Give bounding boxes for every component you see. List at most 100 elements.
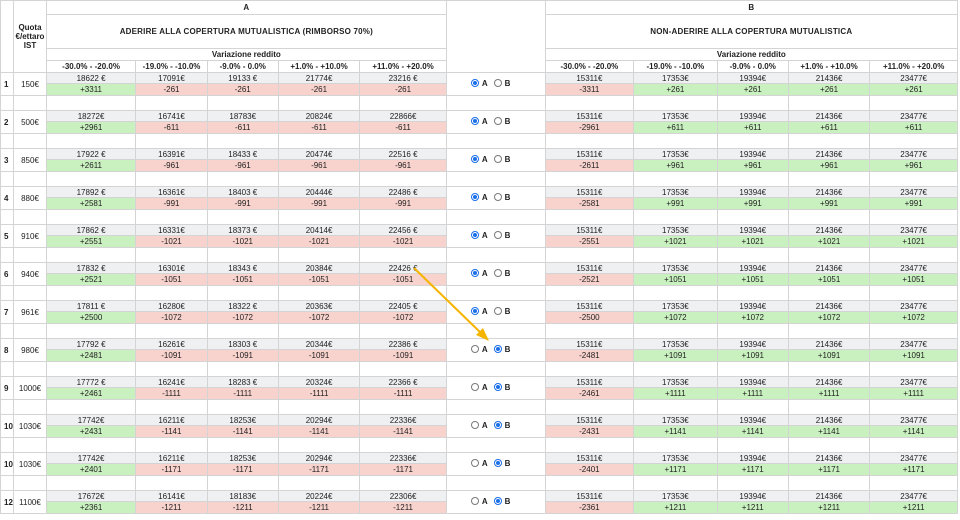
option-b-radio[interactable]: B — [493, 155, 510, 164]
radio-button-icon[interactable] — [493, 269, 502, 278]
a-delta-cell: -1072 — [135, 311, 208, 324]
a-delta-cell: -1021 — [206, 235, 279, 248]
option-a-radio[interactable]: A — [470, 193, 488, 202]
a-delta-cell: +2481 — [45, 349, 137, 362]
a-income-cell: 22866€ — [359, 110, 447, 122]
option-b-radio[interactable]: B — [493, 269, 510, 278]
a-income-cell: 17672€ — [45, 490, 137, 502]
option-b-radio[interactable]: B — [493, 459, 510, 468]
radio-button-icon[interactable] — [470, 269, 479, 278]
radio-button-icon[interactable] — [493, 421, 502, 430]
spacer-cell — [359, 247, 447, 263]
table-row: 12 1100€ 17672€ 16141€ 18183€ 20224€ 22306€ A B 1… — [0, 490, 958, 514]
option-b-radio[interactable]: B — [493, 230, 511, 240]
a-income-cell: 20474€ — [277, 148, 361, 160]
radio-button-icon[interactable] — [493, 307, 502, 316]
option-b-radio[interactable]: B — [493, 307, 510, 316]
b-income-cell: 15311€ — [544, 376, 635, 388]
a-delta-cell: -1171 — [359, 463, 447, 476]
radio-button-icon[interactable] — [470, 345, 479, 354]
option-b-radio[interactable]: B — [493, 421, 510, 430]
b-income-cell: 21436€ — [787, 262, 871, 274]
spacer-cell — [45, 437, 137, 453]
b-income-cell: 23477€ — [869, 262, 958, 274]
spacer-cell — [544, 247, 635, 263]
a-delta-cell: -961 — [206, 159, 279, 172]
radio-button-icon[interactable] — [470, 193, 479, 202]
option-b-radio[interactable]: B — [493, 383, 510, 392]
row-spacer — [0, 285, 958, 301]
radio-button-icon[interactable] — [470, 497, 479, 506]
b-income-cell: 21436€ — [787, 72, 871, 84]
a-income-cell: 21774€ — [277, 72, 361, 84]
b-delta-cell: -2521 — [544, 273, 635, 286]
radio-button-icon[interactable] — [470, 231, 479, 240]
spacer-cell — [359, 437, 447, 453]
option-label: A — [481, 496, 488, 506]
spacer-cell — [445, 133, 546, 149]
option-a-radio[interactable]: A — [470, 155, 488, 164]
option-label: B — [504, 230, 511, 240]
b-delta-cell: +961 — [716, 159, 789, 172]
spacer-cell — [633, 475, 718, 491]
option-a-radio[interactable]: A — [470, 78, 488, 88]
option-label: A — [481, 78, 488, 88]
option-b-radio[interactable]: B — [493, 345, 510, 354]
option-b-radio[interactable]: B — [493, 79, 510, 88]
radio-button-icon[interactable] — [470, 421, 479, 430]
a-delta-cell: -1211 — [359, 501, 447, 514]
a-delta-cell: -1171 — [277, 463, 361, 476]
a-income-cell: 19133 € — [206, 72, 279, 84]
table-row: 3 850€ 17922 €16391€ 18433 €20474€ 22516 € A B… — [0, 148, 958, 172]
option-b-radio[interactable]: B — [493, 117, 510, 126]
row-spacer — [0, 95, 958, 111]
a-income-cell: 20224€ — [277, 490, 361, 502]
radio-button-icon[interactable] — [493, 497, 502, 506]
option-b-radio[interactable]: B — [493, 497, 510, 506]
b-income-cell: 15311€ — [544, 262, 635, 274]
spacer-cell — [716, 95, 789, 111]
b-delta-cell: -2481 — [544, 349, 635, 362]
radio-button-icon[interactable] — [493, 459, 502, 468]
option-a-radio[interactable]: A — [470, 496, 488, 506]
option-a-radio[interactable]: A — [470, 345, 488, 354]
row-spacer — [0, 475, 958, 491]
spacer-cell — [716, 323, 789, 339]
option-label: A — [481, 420, 488, 430]
spacer-cell — [206, 323, 279, 339]
radio-button-icon[interactable] — [470, 383, 479, 392]
radio-button-icon[interactable] — [493, 79, 502, 88]
a-delta-cell: +2500 — [45, 311, 137, 324]
radio-button-icon[interactable] — [470, 307, 479, 316]
option-a-radio[interactable]: A — [470, 383, 488, 392]
option-a-radio[interactable]: A — [470, 307, 488, 316]
row-index: 10 — [0, 414, 15, 438]
b-delta-cell: +1072 — [633, 311, 718, 324]
radio-button-icon[interactable] — [470, 155, 479, 164]
b-delta-cell: +1141 — [869, 425, 958, 438]
option-a-radio[interactable]: A — [470, 420, 488, 430]
b-delta-cell: +1021 — [633, 235, 718, 248]
radio-button-icon[interactable] — [493, 117, 502, 126]
radio-button-icon[interactable] — [493, 345, 502, 354]
b-income-cell: 21436€ — [787, 300, 871, 312]
radio-button-icon[interactable] — [470, 459, 479, 468]
radio-button-icon[interactable] — [493, 155, 502, 164]
radio-button-icon[interactable] — [493, 193, 502, 202]
table-row: 7 961€ 17811 €16280€ 18322 €20363€ 22405 € A B… — [0, 300, 958, 324]
spacer-cell — [716, 437, 789, 453]
b-income-cell: 15311€ — [544, 414, 635, 426]
b-income-cell: 19394€ — [716, 338, 789, 350]
radio-button-icon[interactable] — [493, 383, 502, 392]
option-a-radio[interactable]: A — [470, 459, 488, 468]
option-a-radio[interactable]: A — [470, 269, 488, 278]
radio-button-icon[interactable] — [493, 231, 502, 240]
radio-button-icon[interactable] — [470, 117, 479, 126]
option-a-radio[interactable]: A — [470, 231, 488, 240]
option-a-radio[interactable]: A — [470, 117, 488, 126]
option-b-radio[interactable]: B — [493, 192, 511, 202]
b-income-cell: 19394€ — [716, 376, 789, 388]
option-label: B — [504, 192, 511, 202]
a-income-cell: 17091€ — [135, 72, 208, 84]
radio-button-icon[interactable] — [470, 79, 479, 88]
